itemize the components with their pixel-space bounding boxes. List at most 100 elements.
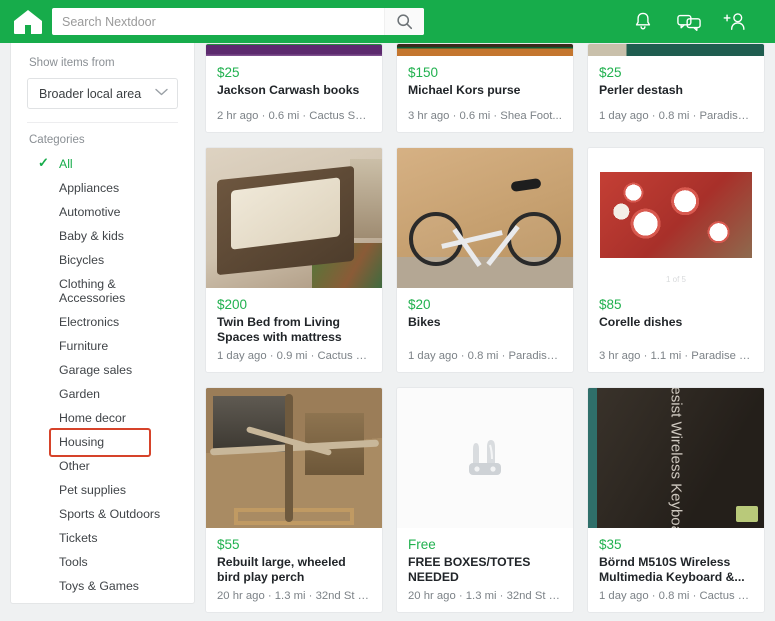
- category-item-garage-sales[interactable]: Garage sales: [11, 358, 194, 382]
- category-item-bicycles[interactable]: Bicycles: [11, 248, 194, 272]
- nextdoor-for-sale-page: Show items from Broader local area Categ…: [0, 0, 775, 621]
- category-item-label: Housing: [59, 435, 104, 449]
- listing-card-body: $20Bikes1 day ago · 0.8 mi · Paradise ..…: [397, 288, 573, 372]
- category-item-furniture[interactable]: Furniture: [11, 334, 194, 358]
- listing-card-body: $25 Jackson Carwash books 2 hr ago · 0.6 m…: [206, 56, 382, 132]
- listing-meta: 20 hr ago · 1.3 mi · 32nd St a...: [217, 589, 372, 603]
- listing-card[interactable]: $25 Jackson Carwash books 2 hr ago · 0.6 m…: [205, 43, 383, 133]
- perler-beads-photo: [588, 44, 764, 56]
- image-counter: 1 of 5: [588, 275, 764, 284]
- bird-perch-photo: [206, 388, 382, 528]
- listing-grid: $25 Jackson Carwash books 2 hr ago · 0.6 m…: [205, 43, 765, 613]
- handbag-on-wood-photo: [397, 44, 573, 56]
- listing-card-body: $35Börnd M510S Wireless Multimedia Keybo…: [588, 528, 764, 612]
- listing-title: Rebuilt large, wheeled bird play perch: [217, 555, 372, 585]
- category-item-label: Pet supplies: [59, 483, 126, 497]
- corelle-dishes-photo: 1 of 5: [588, 148, 764, 288]
- listing-meta: 2 hr ago · 0.6 mi · Cactus Sw...: [217, 109, 372, 123]
- listing-title: Corelle dishes: [599, 315, 754, 330]
- category-item-label: Electronics: [59, 315, 119, 329]
- listing-meta: 3 hr ago · 1.1 mi · Paradise Va...: [599, 349, 754, 363]
- keyboard-box-photo: M510S Water Resist Wireless Keyboa Mouse…: [588, 388, 764, 528]
- listing-price: $200: [217, 297, 372, 312]
- category-item-label: Garage sales: [59, 363, 132, 377]
- category-item-all[interactable]: ✓All: [11, 152, 194, 176]
- listing-card[interactable]: $150Michael Kors purse3 hr ago · 0.6 mi …: [396, 43, 574, 133]
- listing-card-body: $85Corelle dishes3 hr ago · 1.1 mi · Par…: [588, 288, 764, 372]
- category-item-electronics[interactable]: Electronics: [11, 310, 194, 334]
- category-item-label: Tools: [59, 555, 88, 569]
- listing-price: $150: [408, 65, 563, 80]
- category-item-label: Furniture: [59, 339, 108, 353]
- category-item-other[interactable]: Other: [11, 454, 194, 478]
- messages-chat-icon[interactable]: [677, 10, 701, 34]
- category-item-label: Automotive: [59, 205, 121, 219]
- listing-meta: 1 day ago · 0.8 mi · Paradise ...: [408, 349, 563, 363]
- listing-card[interactable]: 1 of 5 $85Corelle dishes3 hr ago · 1.1 mi…: [587, 147, 765, 373]
- search-button[interactable]: [384, 8, 424, 35]
- notifications-bell-icon[interactable]: [631, 10, 655, 34]
- area-select[interactable]: Broader local area: [27, 78, 178, 109]
- search-input[interactable]: [52, 8, 384, 35]
- listing-title: Börnd M510S Wireless Multimedia Keyboard…: [599, 555, 754, 585]
- chevron-down-icon: [155, 88, 168, 99]
- twin-bed-photo: [206, 148, 382, 288]
- listing-meta: 20 hr ago · 1.3 mi · 32nd St a...: [408, 589, 563, 603]
- category-item-appliances[interactable]: Appliances: [11, 176, 194, 200]
- topbar-icon-group: [631, 10, 761, 34]
- box-label-text: M510S Water Resist Wireless Keyboa Mouse…: [667, 388, 686, 528]
- check-icon: ✓: [38, 156, 49, 170]
- category-item-label: Appliances: [59, 181, 119, 195]
- category-item-label: Home decor: [59, 411, 126, 425]
- category-item-label: Tickets: [59, 531, 98, 545]
- listing-price: $55: [217, 537, 372, 552]
- category-item-label: Toys & Games: [59, 579, 139, 593]
- listing-card[interactable]: $25 Perler destash 1 day ago · 0.8 mi · Pa…: [587, 43, 765, 133]
- listing-card[interactable]: $200Twin Bed from Living Spaces with mat…: [205, 147, 383, 373]
- listing-meta: 1 day ago · 0.8 mi · Paradise ...: [599, 109, 754, 123]
- listing-title: Perler destash: [599, 83, 754, 98]
- category-item-housing[interactable]: Housing: [11, 430, 194, 454]
- home-icon[interactable]: [8, 7, 48, 37]
- category-item-baby-kids[interactable]: Baby & kids: [11, 224, 194, 248]
- show-items-from-label: Show items from: [11, 57, 194, 69]
- category-list: ✓All Appliances Automotive Baby & kids Bicyc…: [11, 152, 194, 598]
- bicycle-photo: [397, 148, 573, 288]
- category-item-label: Clothing & Accessories: [59, 277, 125, 305]
- filters-sidebar: Show items from Broader local area Categ…: [10, 43, 195, 604]
- listing-meta: 1 day ago · 0.8 mi · Cactus S...: [599, 589, 754, 603]
- listing-card[interactable]: $55 Rebuilt large, wheeled bird play perc…: [205, 387, 383, 613]
- listing-title: Jackson Carwash books: [217, 83, 372, 98]
- category-item-toys-games[interactable]: Toys & Games: [11, 574, 194, 598]
- category-item-label: Other: [59, 459, 90, 473]
- category-item-pet-supplies[interactable]: Pet supplies: [11, 478, 194, 502]
- listing-meta: 3 hr ago · 0.6 mi · Shea Foot...: [408, 109, 563, 123]
- listing-price: $25: [217, 65, 372, 80]
- category-item-tools[interactable]: Tools: [11, 550, 194, 574]
- listing-price: $25: [599, 65, 754, 80]
- category-item-label: Baby & kids: [59, 229, 124, 243]
- purple-banner-photo: [206, 44, 382, 56]
- listing-card[interactable]: M510S Water Resist Wireless Keyboa Mouse…: [587, 387, 765, 613]
- category-item-automotive[interactable]: Automotive: [11, 200, 194, 224]
- category-item-garden[interactable]: Garden: [11, 382, 194, 406]
- search-bar[interactable]: [52, 8, 424, 35]
- listing-price: $20: [408, 297, 563, 312]
- listing-card-body: $150Michael Kors purse3 hr ago · 0.6 mi …: [397, 56, 573, 132]
- listing-card-body: $200Twin Bed from Living Spaces with mat…: [206, 288, 382, 372]
- category-item-label: Garden: [59, 387, 100, 401]
- category-item-home-decor[interactable]: Home decor: [11, 406, 194, 430]
- listing-card[interactable]: FreeFREE BOXES/TOTES NEEDED20 hr ago · 1…: [396, 387, 574, 613]
- listing-title: FREE BOXES/TOTES NEEDED: [408, 555, 563, 585]
- category-item-label: Bicycles: [59, 253, 104, 267]
- invite-person-icon[interactable]: [723, 10, 747, 34]
- top-navigation-bar: [0, 0, 775, 43]
- category-item-tickets[interactable]: Tickets: [11, 526, 194, 550]
- category-item-clothing-accessories[interactable]: Clothing & Accessories: [11, 272, 194, 310]
- category-item-sports-outdoors[interactable]: Sports & Outdoors: [11, 502, 194, 526]
- listing-card-body: FreeFREE BOXES/TOTES NEEDED20 hr ago · 1…: [397, 528, 573, 612]
- listing-card[interactable]: $20Bikes1 day ago · 0.8 mi · Paradise ..…: [396, 147, 574, 373]
- listing-card-body: $25 Perler destash 1 day ago · 0.8 mi · Pa…: [588, 56, 764, 132]
- categories-label: Categories: [11, 123, 194, 152]
- listing-card-body: $55 Rebuilt large, wheeled bird play perc…: [206, 528, 382, 612]
